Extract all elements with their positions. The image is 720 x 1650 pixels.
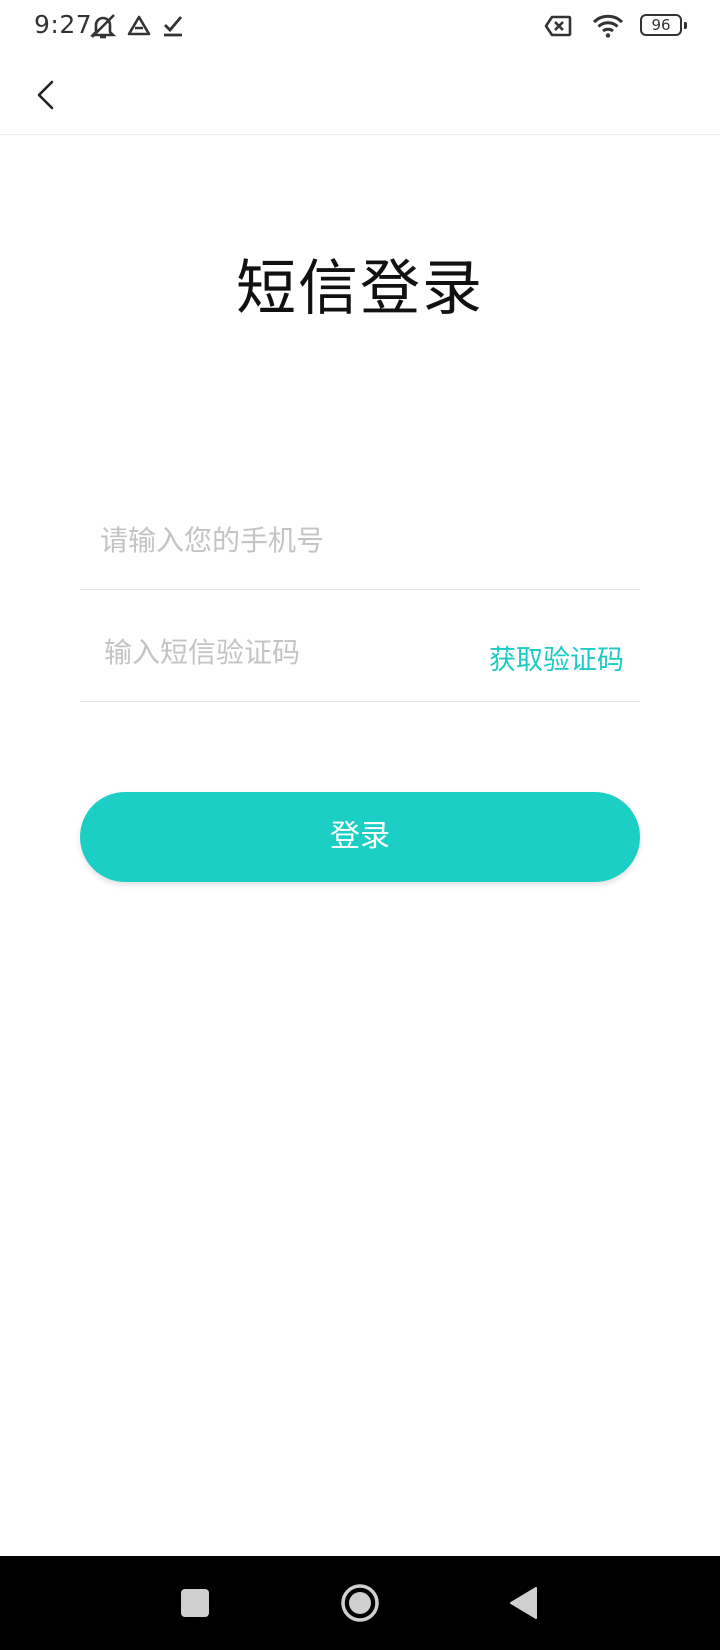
recents-square-icon (181, 1589, 209, 1617)
mute-notification-icon (88, 12, 118, 40)
system-nav-bar (0, 1556, 720, 1650)
battery-icon: 96 (640, 14, 687, 36)
app-bar (0, 54, 720, 135)
checkmark-icon (162, 14, 184, 38)
home-button[interactable] (315, 1556, 405, 1650)
sms-login-screen: 9:27 96 短信登录 请输入您的手机号 输入短信验证码 获取验证码 登录 (0, 0, 720, 1650)
sms-code-input[interactable] (104, 630, 464, 674)
sms-code-field: 获取验证码 (80, 602, 640, 702)
home-circle-icon (341, 1584, 379, 1622)
back-triangle-icon (510, 1587, 537, 1619)
phone-input[interactable] (100, 518, 620, 562)
recents-button[interactable] (150, 1556, 240, 1650)
status-bar: 9:27 96 (0, 0, 720, 54)
no-sim-icon (544, 14, 572, 38)
back-button[interactable] (22, 68, 74, 120)
get-code-button[interactable]: 获取验证码 (489, 638, 624, 677)
chevron-left-icon (37, 80, 54, 110)
drive-icon (127, 15, 151, 37)
status-time: 9:27 (34, 10, 93, 39)
wifi-icon (592, 13, 624, 39)
back-nav-button[interactable] (478, 1556, 568, 1650)
page-title: 短信登录 (236, 254, 484, 324)
phone-field (80, 490, 640, 590)
login-button[interactable]: 登录 (80, 792, 640, 882)
